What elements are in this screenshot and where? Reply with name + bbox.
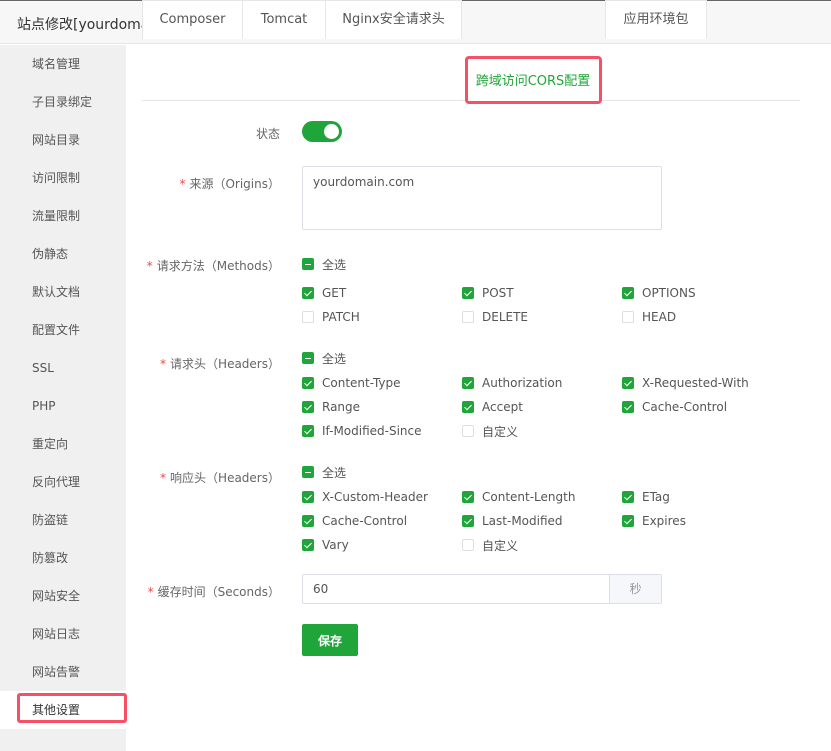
checked-checkbox-icon	[622, 515, 634, 527]
unchecked-checkbox-icon	[462, 539, 474, 551]
sidebar-item-default-doc[interactable]: 默认文档	[0, 273, 126, 311]
resp-header-etag-checkbox[interactable]: ETag	[622, 489, 670, 505]
tab-nginx-security-headers[interactable]: Nginx安全请求头	[325, 0, 462, 39]
response-headers-select-all[interactable]: 全选	[302, 464, 346, 480]
method-delete-checkbox[interactable]: DELETE	[462, 309, 528, 325]
checked-checkbox-icon	[462, 515, 474, 527]
save-button[interactable]: 保存	[302, 624, 358, 656]
method-post-checkbox[interactable]: POST	[462, 285, 514, 301]
max-age-label: * 缓存时间（Seconds）	[147, 585, 280, 599]
resp-header-vary-checkbox[interactable]: Vary	[302, 537, 349, 553]
req-header-cache-control-checkbox[interactable]: Cache-Control	[622, 399, 727, 415]
sidebar-item-reverse-proxy[interactable]: 反向代理	[0, 463, 126, 501]
sidebar-item-site-log[interactable]: 网站日志	[0, 615, 126, 653]
sidebar-item-config[interactable]: 配置文件	[0, 311, 126, 349]
method-patch-checkbox[interactable]: PATCH	[302, 309, 360, 325]
resp-header-cache-control-checkbox[interactable]: Cache-Control	[302, 513, 407, 529]
sidebar-item-redirect[interactable]: 重定向	[0, 425, 126, 463]
unchecked-checkbox-icon	[462, 311, 474, 323]
methods-label: * 请求方法（Methods）	[146, 259, 280, 273]
checked-checkbox-icon	[622, 377, 634, 389]
tab-app-env[interactable]: 应用环境包	[605, 0, 707, 39]
sidebar-item-site-dir[interactable]: 网站目录	[0, 121, 126, 159]
checked-checkbox-icon	[462, 377, 474, 389]
sidebar-item-subdir[interactable]: 子目录绑定	[0, 83, 126, 121]
resp-header-last-modified-checkbox[interactable]: Last-Modified	[462, 513, 563, 529]
toggle-knob	[324, 124, 339, 139]
checked-checkbox-icon	[302, 377, 314, 389]
sidebar-item-php[interactable]: PHP	[0, 387, 126, 425]
max-age-input[interactable]	[303, 575, 609, 603]
status-label: 状态	[255, 127, 280, 141]
origins-label: * 来源（Origins）	[179, 177, 280, 191]
checked-checkbox-icon	[462, 287, 474, 299]
sidebar-item-site-alert[interactable]: 网站告警	[0, 653, 126, 691]
sidebar-item-traffic-limit[interactable]: 流量限制	[0, 197, 126, 235]
checked-checkbox-icon	[622, 401, 634, 413]
sidebar-item-domain[interactable]: 域名管理	[0, 45, 126, 83]
tab-cors-config[interactable]: 跨域访问CORS配置	[466, 62, 600, 101]
sidebar-item-hotlink[interactable]: 防盗链	[0, 501, 126, 539]
unchecked-checkbox-icon	[302, 311, 314, 323]
response-headers-label: * 响应头（Headers）	[160, 471, 280, 485]
unchecked-checkbox-icon	[462, 425, 474, 437]
method-get-checkbox[interactable]: GET	[302, 285, 346, 301]
checked-checkbox-icon	[622, 287, 634, 299]
indeterminate-checkbox-icon	[302, 258, 314, 270]
tab-composer[interactable]: Composer	[142, 0, 243, 39]
checked-checkbox-icon	[302, 491, 314, 503]
request-headers-select-all[interactable]: 全选	[302, 350, 346, 366]
req-header-custom-checkbox[interactable]: 自定义	[462, 423, 518, 439]
sidebar-item-tamper-proof[interactable]: 防篡改	[0, 539, 126, 577]
sidebar-item-ssl[interactable]: SSL	[0, 349, 126, 387]
resp-header-expires-checkbox[interactable]: Expires	[622, 513, 686, 529]
req-header-if-modified-since-checkbox[interactable]: If-Modified-Since	[302, 423, 422, 439]
resp-header-x-custom-header-checkbox[interactable]: X-Custom-Header	[302, 489, 428, 505]
indeterminate-checkbox-icon	[302, 466, 314, 478]
sidebar: 域名管理 子目录绑定 网站目录 访问限制 流量限制 伪静态 默认文档 配置文件 …	[0, 45, 126, 751]
req-header-range-checkbox[interactable]: Range	[302, 399, 360, 415]
seconds-unit-label: 秒	[609, 575, 661, 603]
status-toggle[interactable]	[302, 121, 342, 142]
method-options-checkbox[interactable]: OPTIONS	[622, 285, 696, 301]
sidebar-item-other-settings[interactable]: 其他设置	[0, 691, 126, 729]
resp-header-content-length-checkbox[interactable]: Content-Length	[462, 489, 575, 505]
checked-checkbox-icon	[462, 401, 474, 413]
sidebar-item-site-security[interactable]: 网站安全	[0, 577, 126, 615]
checked-checkbox-icon	[622, 491, 634, 503]
method-head-checkbox[interactable]: HEAD	[622, 309, 676, 325]
request-headers-label: * 请求头（Headers）	[160, 357, 280, 371]
req-header-content-type-checkbox[interactable]: Content-Type	[302, 375, 401, 391]
checked-checkbox-icon	[302, 401, 314, 413]
checked-checkbox-icon	[302, 539, 314, 551]
resp-header-custom-checkbox[interactable]: 自定义	[462, 537, 518, 553]
req-header-x-requested-with-checkbox[interactable]: X-Requested-With	[622, 375, 749, 391]
unchecked-checkbox-icon	[622, 311, 634, 323]
checked-checkbox-icon	[462, 491, 474, 503]
methods-select-all[interactable]: 全选	[302, 256, 346, 272]
indeterminate-checkbox-icon	[302, 352, 314, 364]
req-header-accept-checkbox[interactable]: Accept	[462, 399, 523, 415]
origins-textarea[interactable]: yourdomain.com	[302, 166, 662, 230]
checked-checkbox-icon	[302, 425, 314, 437]
max-age-field: 秒	[302, 574, 662, 604]
checked-checkbox-icon	[302, 515, 314, 527]
tab-tomcat[interactable]: Tomcat	[242, 0, 326, 39]
checked-checkbox-icon	[302, 287, 314, 299]
sidebar-item-rewrite[interactable]: 伪静态	[0, 235, 126, 273]
sidebar-item-access-limit[interactable]: 访问限制	[0, 159, 126, 197]
req-header-authorization-checkbox[interactable]: Authorization	[462, 375, 562, 391]
